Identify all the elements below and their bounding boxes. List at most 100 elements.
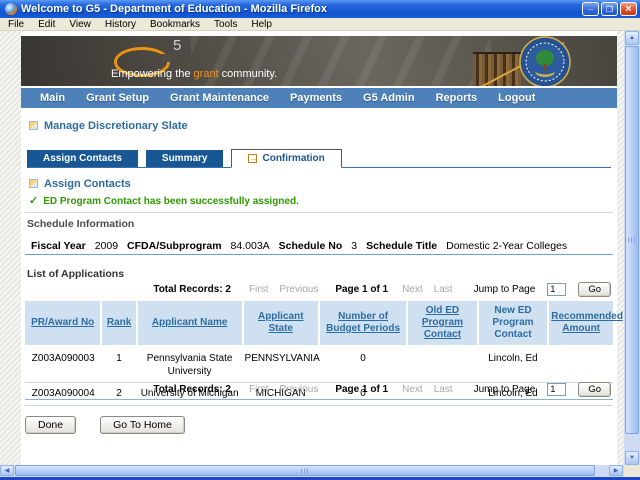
fiscal-year-label: Fiscal Year <box>31 240 86 252</box>
next-link[interactable]: Next <box>402 284 423 295</box>
menu-tools[interactable]: Tools <box>214 19 237 30</box>
nav-main[interactable]: Main <box>40 92 65 104</box>
total-records-label: Total Records: <box>153 284 222 295</box>
nav-grant-setup[interactable]: Grant Setup <box>86 92 149 104</box>
pagination-bottom: Total Records: 2 First Previous Page 1 o… <box>25 380 613 398</box>
total-records-value: 2 <box>225 284 231 295</box>
action-buttons: Done Go To Home <box>25 416 185 434</box>
divider-blue <box>25 254 613 255</box>
tab-summary[interactable]: Summary <box>146 150 224 167</box>
cell-new-contact: Lincoln, Ed <box>478 347 549 383</box>
jump-to-page-input[interactable] <box>547 383 566 396</box>
done-button[interactable]: Done <box>25 416 76 434</box>
go-button[interactable]: Go <box>578 382 611 397</box>
col-new-ed-contact: New ED Program Contact <box>478 301 549 347</box>
previous-link[interactable]: Previous <box>279 384 318 395</box>
jump-to-page-input[interactable] <box>547 283 566 296</box>
g5-logo-5: 5 <box>173 37 181 54</box>
cfda-value: 84.003A <box>231 240 270 252</box>
schedule-fields: Fiscal Year 2009 CFDA/Subprogram 84.003A… <box>31 240 567 252</box>
go-to-home-button[interactable]: Go To Home <box>100 416 185 434</box>
cell-old-contact <box>407 347 478 383</box>
vertical-scroll-thumb[interactable] <box>625 46 639 434</box>
jump-to-page-label: Jump to Page <box>474 384 536 395</box>
tagline-grant-word: grant <box>194 68 219 80</box>
menu-help[interactable]: Help <box>251 19 272 30</box>
first-link[interactable]: First <box>249 284 268 295</box>
page-title: Manage Discretionary Slate <box>29 120 188 132</box>
nav-payments[interactable]: Payments <box>290 92 342 104</box>
cell-applicant-state: PENNSYLVANIA <box>243 347 319 383</box>
cfda-label: CFDA/Subprogram <box>127 240 222 252</box>
menu-bookmarks[interactable]: Bookmarks <box>150 19 200 30</box>
vertical-scrollbar[interactable]: ▲ ▼ <box>624 31 640 465</box>
total-records-value: 2 <box>225 384 231 395</box>
col-pr-award-no[interactable]: PR/Award No <box>25 301 101 347</box>
cell-award-no: Z003A090003 <box>25 347 101 383</box>
close-button[interactable] <box>620 2 637 16</box>
active-tab-arrow-icon <box>248 154 257 163</box>
first-link[interactable]: First <box>249 384 268 395</box>
divider-blue <box>25 399 613 400</box>
previous-link[interactable]: Previous <box>279 284 318 295</box>
tab-bar: Assign Contacts Summary Confirmation <box>27 149 611 168</box>
next-link[interactable]: Next <box>402 384 423 395</box>
menu-history[interactable]: History <box>105 19 136 30</box>
menu-bar: File Edit View History Bookmarks Tools H… <box>0 18 640 31</box>
list-of-applications-heading: List of Applications <box>27 268 124 280</box>
scrollbar-corner <box>624 465 640 477</box>
last-link[interactable]: Last <box>434 384 453 395</box>
scroll-down-icon[interactable]: ▼ <box>625 451 639 465</box>
nav-reports[interactable]: Reports <box>436 92 478 104</box>
fiscal-year-value: 2009 <box>95 240 118 252</box>
menu-file[interactable]: File <box>8 19 24 30</box>
pagination-top: Total Records: 2 First Previous Page 1 o… <box>25 280 613 298</box>
col-budget-periods[interactable]: Number of Budget Periods <box>319 301 407 347</box>
g5-banner: 5 Empowering the grant community. <box>21 36 617 86</box>
tab-confirmation[interactable]: Confirmation <box>231 149 341 168</box>
go-button[interactable]: Go <box>578 282 611 297</box>
section-title: Assign Contacts <box>29 178 131 190</box>
success-message: ✓ED Program Contact has been successfull… <box>29 194 299 207</box>
col-recommended-amount[interactable]: Recommended Amount <box>548 301 613 347</box>
browser-window: Welcome to G5 - Department of Education … <box>0 0 640 480</box>
menu-edit[interactable]: Edit <box>38 19 55 30</box>
tab-assign-contacts[interactable]: Assign Contacts <box>27 150 138 167</box>
schedule-no-value: 3 <box>351 240 357 252</box>
col-applicant-state[interactable]: Applicant State <box>243 301 319 347</box>
jump-to-page-label: Jump to Page <box>474 284 536 295</box>
banner-tagline: Empowering the grant community. <box>111 68 277 80</box>
scroll-left-icon[interactable]: ◀ <box>0 465 14 476</box>
nav-g5-admin[interactable]: G5 Admin <box>363 92 415 104</box>
schedule-title-value: Domestic 2-Year Colleges <box>446 240 567 252</box>
cell-recommended <box>548 347 613 383</box>
section-bullet-icon <box>29 121 38 130</box>
cell-applicant-name: Pennsylvania State University <box>137 347 243 383</box>
page-info: Page 1 of 1 <box>335 384 388 395</box>
schedule-title-label: Schedule Title <box>366 240 437 252</box>
menu-view[interactable]: View <box>69 19 91 30</box>
minimize-button[interactable] <box>582 2 599 16</box>
nav-grant-maintenance[interactable]: Grant Maintenance <box>170 92 269 104</box>
last-link[interactable]: Last <box>434 284 453 295</box>
horizontal-scroll-thumb[interactable] <box>15 465 595 476</box>
col-applicant-name[interactable]: Applicant Name <box>137 301 243 347</box>
nav-logout[interactable]: Logout <box>498 92 535 104</box>
schedule-no-label: Schedule No <box>279 240 343 252</box>
main-nav: Main Grant Setup Grant Maintenance Payme… <box>21 88 617 108</box>
checkmark-icon: ✓ <box>29 195 38 207</box>
dept-of-education-seal <box>519 36 571 86</box>
scroll-up-icon[interactable]: ▲ <box>625 31 639 45</box>
schedule-info-heading: Schedule Information <box>27 218 134 230</box>
horizontal-scrollbar[interactable]: ◀ ▶ <box>0 465 624 477</box>
scroll-right-icon[interactable]: ▶ <box>609 465 623 476</box>
total-records-label: Total Records: <box>153 384 222 395</box>
table-header-row: PR/Award No Rank Applicant Name Applican… <box>25 301 613 347</box>
firefox-icon <box>5 3 17 15</box>
col-rank[interactable]: Rank <box>101 301 136 347</box>
section-bullet-icon <box>29 179 38 188</box>
maximize-button[interactable] <box>601 2 618 16</box>
col-old-ed-contact[interactable]: Old ED Program Contact <box>407 301 478 347</box>
table-row: Z003A090003 1 Pennsylvania State Univers… <box>25 347 613 383</box>
cell-rank: 1 <box>101 347 136 383</box>
